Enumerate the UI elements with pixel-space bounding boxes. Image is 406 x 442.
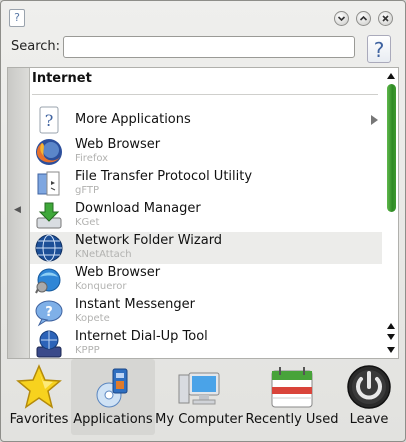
tab-label: Leave — [349, 412, 389, 427]
title-bar: ? — [1, 1, 405, 33]
item-name: More Applications — [75, 112, 191, 127]
item-subtitle: Firefox — [75, 153, 109, 164]
firefox-icon — [36, 139, 62, 165]
item-name: Instant Messenger — [75, 297, 195, 312]
help-icon: ? — [373, 38, 385, 62]
maximize-icon — [359, 15, 368, 21]
help-app-icon: ? — [9, 9, 25, 27]
close-icon — [382, 15, 389, 22]
item-name: Internet Dial-Up Tool — [75, 329, 208, 344]
svg-text:?: ? — [45, 111, 54, 130]
search-input[interactable] — [63, 36, 355, 58]
item-name: Network Folder Wizard — [75, 233, 223, 248]
list-item-web-browser-firefox[interactable]: Web Browser Firefox — [30, 136, 382, 168]
application-list: ? More Applications Web Browser Firefox — [30, 104, 382, 358]
scroll-down-arrow-icon[interactable] — [387, 347, 395, 353]
scroll-down-arrow-icon[interactable] — [387, 334, 395, 340]
item-name: Web Browser — [75, 265, 161, 280]
search-label: Search: — [11, 39, 61, 54]
item-name: Web Browser — [75, 137, 161, 152]
left-arrow-icon: ◀ — [14, 205, 21, 215]
list-item-download-manager[interactable]: Download Manager KGet — [30, 200, 382, 232]
power-icon — [347, 365, 391, 409]
submenu-arrow-icon — [371, 115, 378, 125]
list-item-network-folder-wizard[interactable]: Network Folder Wizard KNetAttach — [30, 232, 382, 264]
item-name: Download Manager — [75, 201, 201, 216]
tab-leave[interactable]: Leave — [341, 359, 397, 435]
application-list-panel: ◀ Internet ? More Applications Web Brows… — [7, 67, 399, 359]
list-item-more-applications[interactable]: ? More Applications — [30, 104, 382, 136]
item-subtitle: KPPP — [75, 345, 100, 356]
list-scrollbar[interactable] — [384, 68, 398, 358]
minimize-button[interactable] — [334, 11, 349, 26]
tab-my-computer[interactable]: My Computer — [155, 359, 243, 435]
help-icon: ? — [39, 106, 59, 134]
applications-icon — [96, 368, 128, 408]
minimize-icon — [337, 16, 346, 22]
list-item-ftp-utility[interactable]: File Transfer Protocol Utility gFTP — [30, 168, 382, 200]
tab-recently-used[interactable]: Recently Used — [243, 359, 341, 435]
item-subtitle: gFTP — [75, 185, 100, 196]
kget-icon — [36, 202, 62, 229]
globe-icon — [35, 234, 63, 262]
scroll-up-arrow-icon[interactable] — [387, 73, 395, 79]
tab-favorites[interactable]: Favorites — [7, 359, 71, 435]
maximize-button[interactable] — [356, 11, 371, 26]
computer-icon — [178, 372, 220, 405]
tab-label: My Computer — [155, 412, 243, 427]
section-divider — [32, 94, 378, 95]
tab-applications[interactable]: Applications — [71, 359, 155, 435]
back-button[interactable]: ◀ — [8, 68, 30, 358]
konqueror-icon — [35, 268, 61, 294]
item-subtitle: KGet — [75, 217, 100, 228]
section-title: Internet — [32, 71, 92, 86]
tab-label: Recently Used — [245, 412, 339, 427]
item-name: File Transfer Protocol Utility — [75, 169, 253, 184]
bottom-tab-bar: Favorites Applications My Computer Recen… — [7, 359, 399, 435]
star-icon — [16, 364, 62, 409]
close-button[interactable] — [378, 11, 393, 26]
list-item-instant-messenger[interactable]: ? Instant Messenger Kopete — [30, 296, 382, 328]
list-item-dialup-tool[interactable]: Internet Dial-Up Tool KPPP — [30, 328, 382, 358]
tab-label: Favorites — [9, 412, 69, 427]
kickoff-menu-window: ? Search: ? ◀ Internet ? More Applicatio… — [0, 0, 406, 442]
scroll-up-arrow-icon[interactable] — [387, 323, 395, 329]
kppp-icon — [36, 330, 62, 358]
scroll-thumb[interactable] — [387, 84, 396, 212]
help-button[interactable]: ? — [367, 35, 391, 63]
kopete-icon: ? — [35, 300, 63, 327]
gftp-icon — [37, 171, 60, 196]
calendar-icon — [271, 367, 313, 408]
item-subtitle: Kopete — [75, 313, 110, 324]
list-item-web-browser-konqueror[interactable]: Web Browser Konqueror — [30, 264, 382, 296]
tab-label: Applications — [73, 412, 153, 427]
svg-text:?: ? — [45, 305, 53, 320]
item-subtitle: KNetAttach — [75, 249, 132, 260]
item-subtitle: Konqueror — [75, 281, 127, 292]
